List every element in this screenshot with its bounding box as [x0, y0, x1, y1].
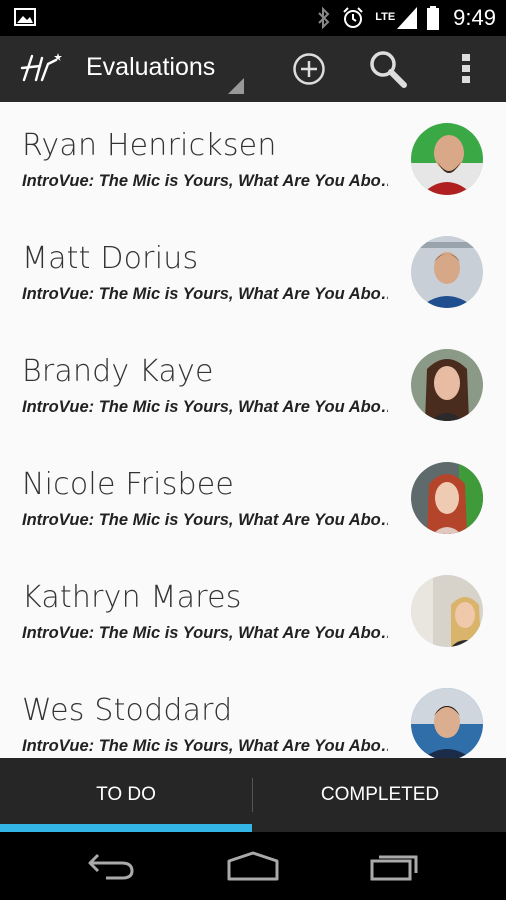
- add-icon: [293, 53, 325, 85]
- page-title[interactable]: Evaluations: [86, 53, 215, 82]
- evaluation-subtitle: IntroVue: The Mic is Yours, What Are You…: [22, 511, 388, 529]
- avatar: [411, 688, 483, 758]
- evaluation-subtitle: IntroVue: The Mic is Yours, What Are You…: [22, 285, 388, 303]
- add-button[interactable]: [288, 36, 330, 102]
- status-bar: LTE 9:49: [0, 0, 506, 36]
- tab-divider: [252, 778, 253, 812]
- evaluatee-name: Ryan Henricksen: [22, 128, 277, 163]
- evaluatee-name: Wes Stoddard: [22, 693, 233, 728]
- avatar: [411, 349, 483, 421]
- evaluations-list[interactable]: Ryan Henricksen IntroVue: The Mic is You…: [0, 102, 506, 758]
- navigation-bar: [0, 832, 506, 900]
- clock: 9:49: [453, 5, 496, 30]
- evaluatee-name: Brandy Kaye: [22, 354, 214, 389]
- selected-tab-indicator: [0, 824, 252, 832]
- list-item[interactable]: Nicole Frisbee IntroVue: The Mic is Your…: [0, 441, 506, 555]
- evaluation-subtitle: IntroVue: The Mic is Yours, What Are You…: [22, 398, 388, 416]
- overflow-menu-icon: [462, 54, 470, 83]
- back-icon: [88, 853, 134, 880]
- list-item[interactable]: Wes Stoddard IntroVue: The Mic is Yours,…: [0, 667, 506, 758]
- battery-icon: [427, 6, 440, 30]
- tab-to-do[interactable]: TO DO: [0, 758, 252, 832]
- avatar: [411, 575, 483, 647]
- overflow-menu-button[interactable]: [452, 36, 480, 102]
- tab-completed[interactable]: COMPLETED: [254, 758, 506, 832]
- home-icon: [227, 851, 279, 881]
- avatar: [411, 236, 483, 308]
- evaluation-subtitle: IntroVue: The Mic is Yours, What Are You…: [22, 737, 388, 755]
- evaluation-subtitle: IntroVue: The Mic is Yours, What Are You…: [22, 624, 388, 642]
- bluetooth-icon: [318, 6, 330, 30]
- search-button[interactable]: [364, 36, 412, 102]
- hv-logo-icon[interactable]: [18, 50, 64, 88]
- list-item[interactable]: Kathryn Mares IntroVue: The Mic is Yours…: [0, 554, 506, 668]
- action-bar: Evaluations: [0, 36, 506, 102]
- tab-bar: TO DO COMPLETED: [0, 758, 506, 832]
- evaluation-subtitle: IntroVue: The Mic is Yours, What Are You…: [22, 172, 388, 190]
- search-icon: [370, 51, 407, 88]
- network-type-label: LTE: [375, 11, 396, 23]
- picture-icon: [14, 8, 36, 26]
- list-item[interactable]: Ryan Henricksen IntroVue: The Mic is You…: [0, 102, 506, 216]
- evaluatee-name: Matt Dorius: [22, 241, 199, 276]
- recent-apps-icon: [370, 855, 418, 881]
- list-item[interactable]: Brandy Kaye IntroVue: The Mic is Yours, …: [0, 328, 506, 442]
- home-button[interactable]: [224, 846, 282, 886]
- evaluatee-name: Kathryn Mares: [22, 580, 242, 615]
- list-item[interactable]: Matt Dorius IntroVue: The Mic is Yours, …: [0, 215, 506, 329]
- avatar: [411, 123, 483, 195]
- alarm-icon: [343, 7, 363, 28]
- dropdown-indicator-icon[interactable]: [228, 78, 244, 94]
- evaluatee-name: Nicole Frisbee: [22, 467, 235, 502]
- avatar: [411, 462, 483, 534]
- recent-apps-button[interactable]: [368, 846, 422, 886]
- lte-signal-icon: LTE: [375, 7, 418, 29]
- back-button[interactable]: [84, 846, 140, 886]
